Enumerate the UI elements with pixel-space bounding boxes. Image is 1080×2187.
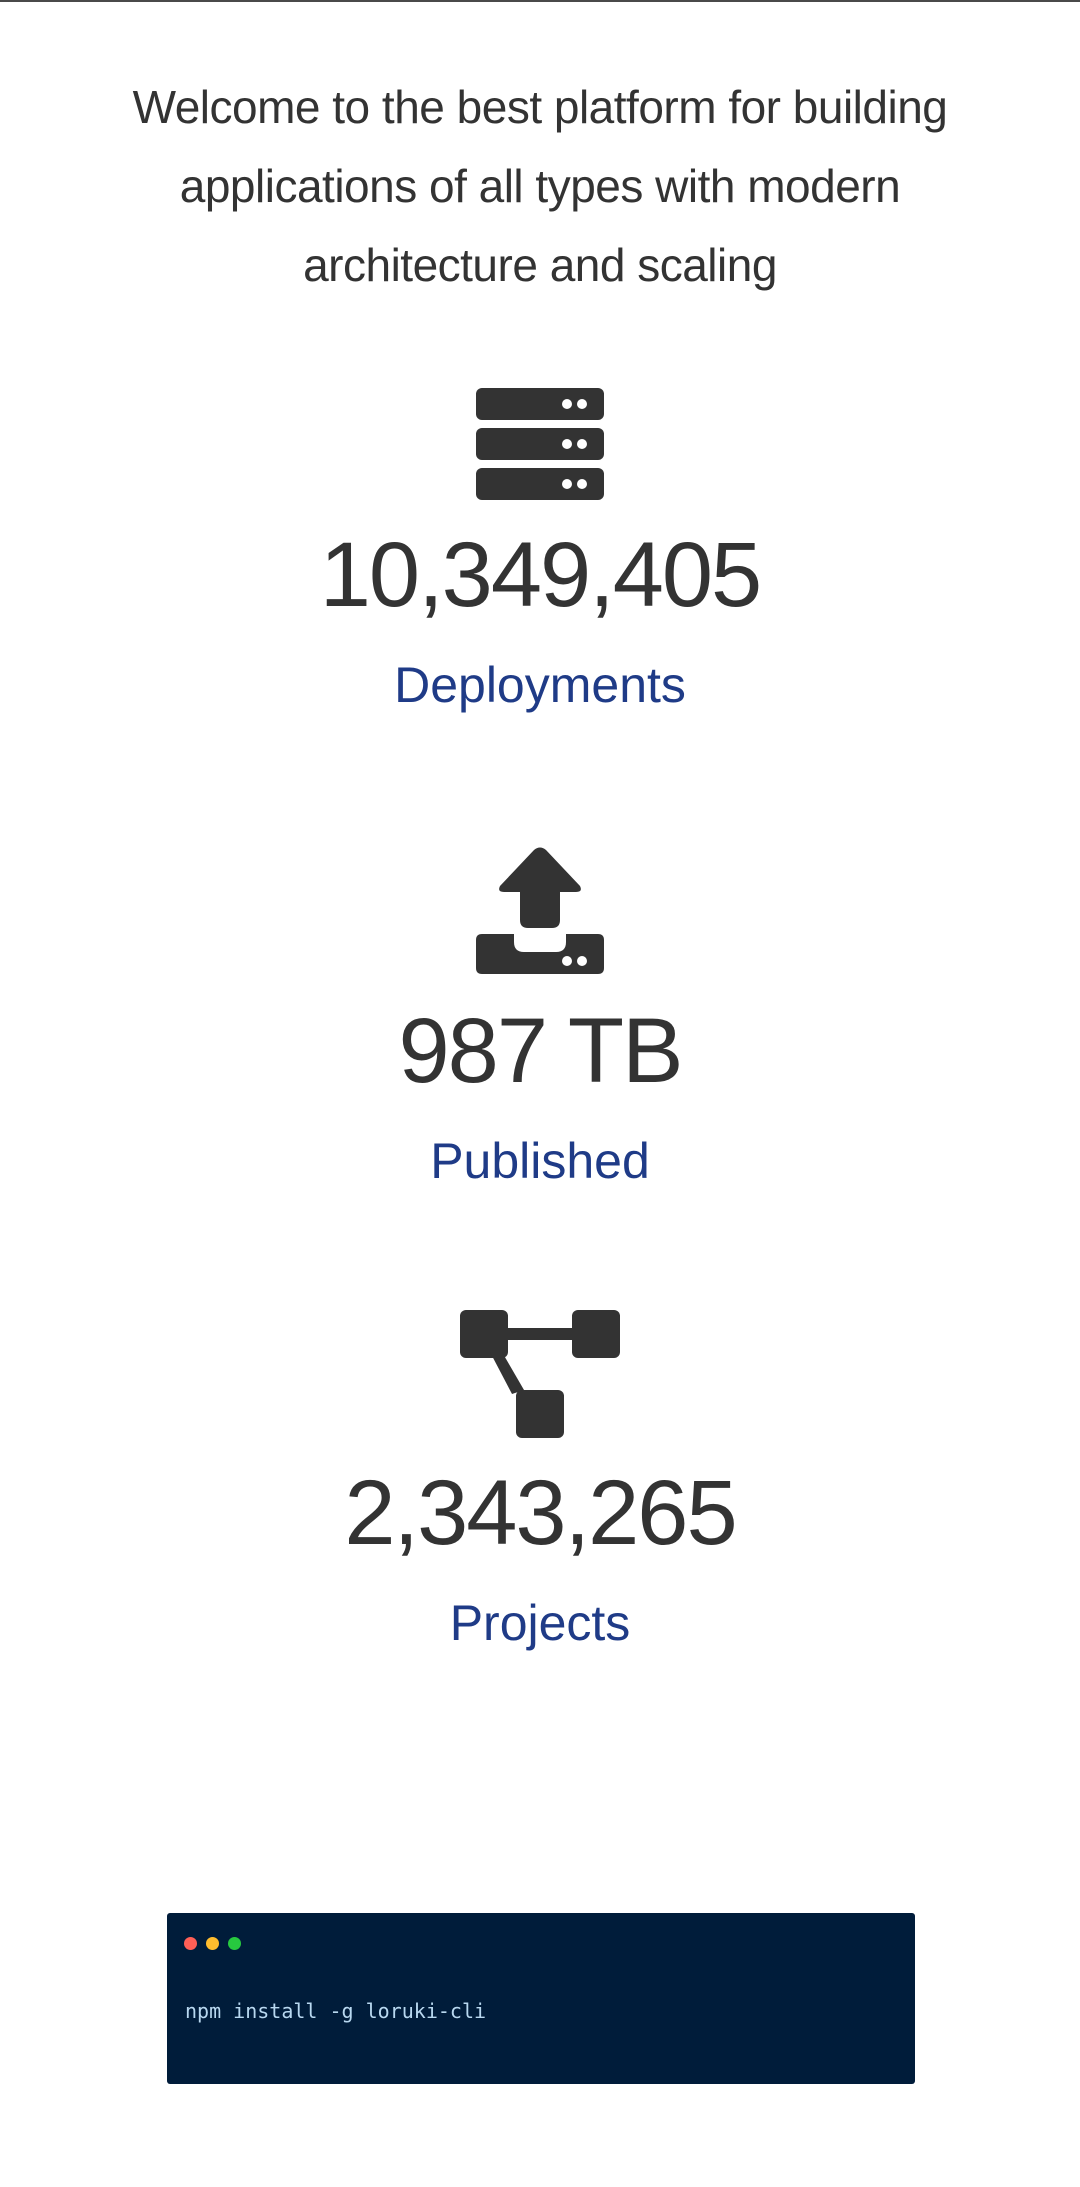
close-dot-icon	[184, 1937, 197, 1950]
upload-icon	[476, 847, 604, 974]
intro-headline: Welcome to the best platform for buildin…	[132, 81, 948, 291]
stat-value: 2,343,265	[344, 1462, 737, 1564]
install-command[interactable]: npm install -g loruki-cli	[185, 1998, 486, 2024]
minimize-dot-icon	[206, 1937, 219, 1950]
stat-label: Published	[430, 1133, 650, 1189]
stat-projects: 2,343,265 Projects	[0, 1310, 1080, 1653]
stat-label: Deployments	[394, 657, 686, 713]
stat-value: 987 TB	[398, 1000, 684, 1102]
server-icon	[476, 388, 604, 500]
stat-label: Projects	[449, 1595, 631, 1651]
stat-deployments: 10,349,405 Deployments	[0, 388, 1080, 715]
terminal-window: npm install -g loruki-cli	[167, 1913, 915, 2084]
project-diagram-icon	[460, 1310, 620, 1438]
stat-published: 987 TB Published	[0, 846, 1080, 1191]
maximize-dot-icon	[228, 1937, 241, 1950]
top-divider	[0, 0, 1080, 2]
stat-value: 10,349,405	[319, 524, 762, 626]
